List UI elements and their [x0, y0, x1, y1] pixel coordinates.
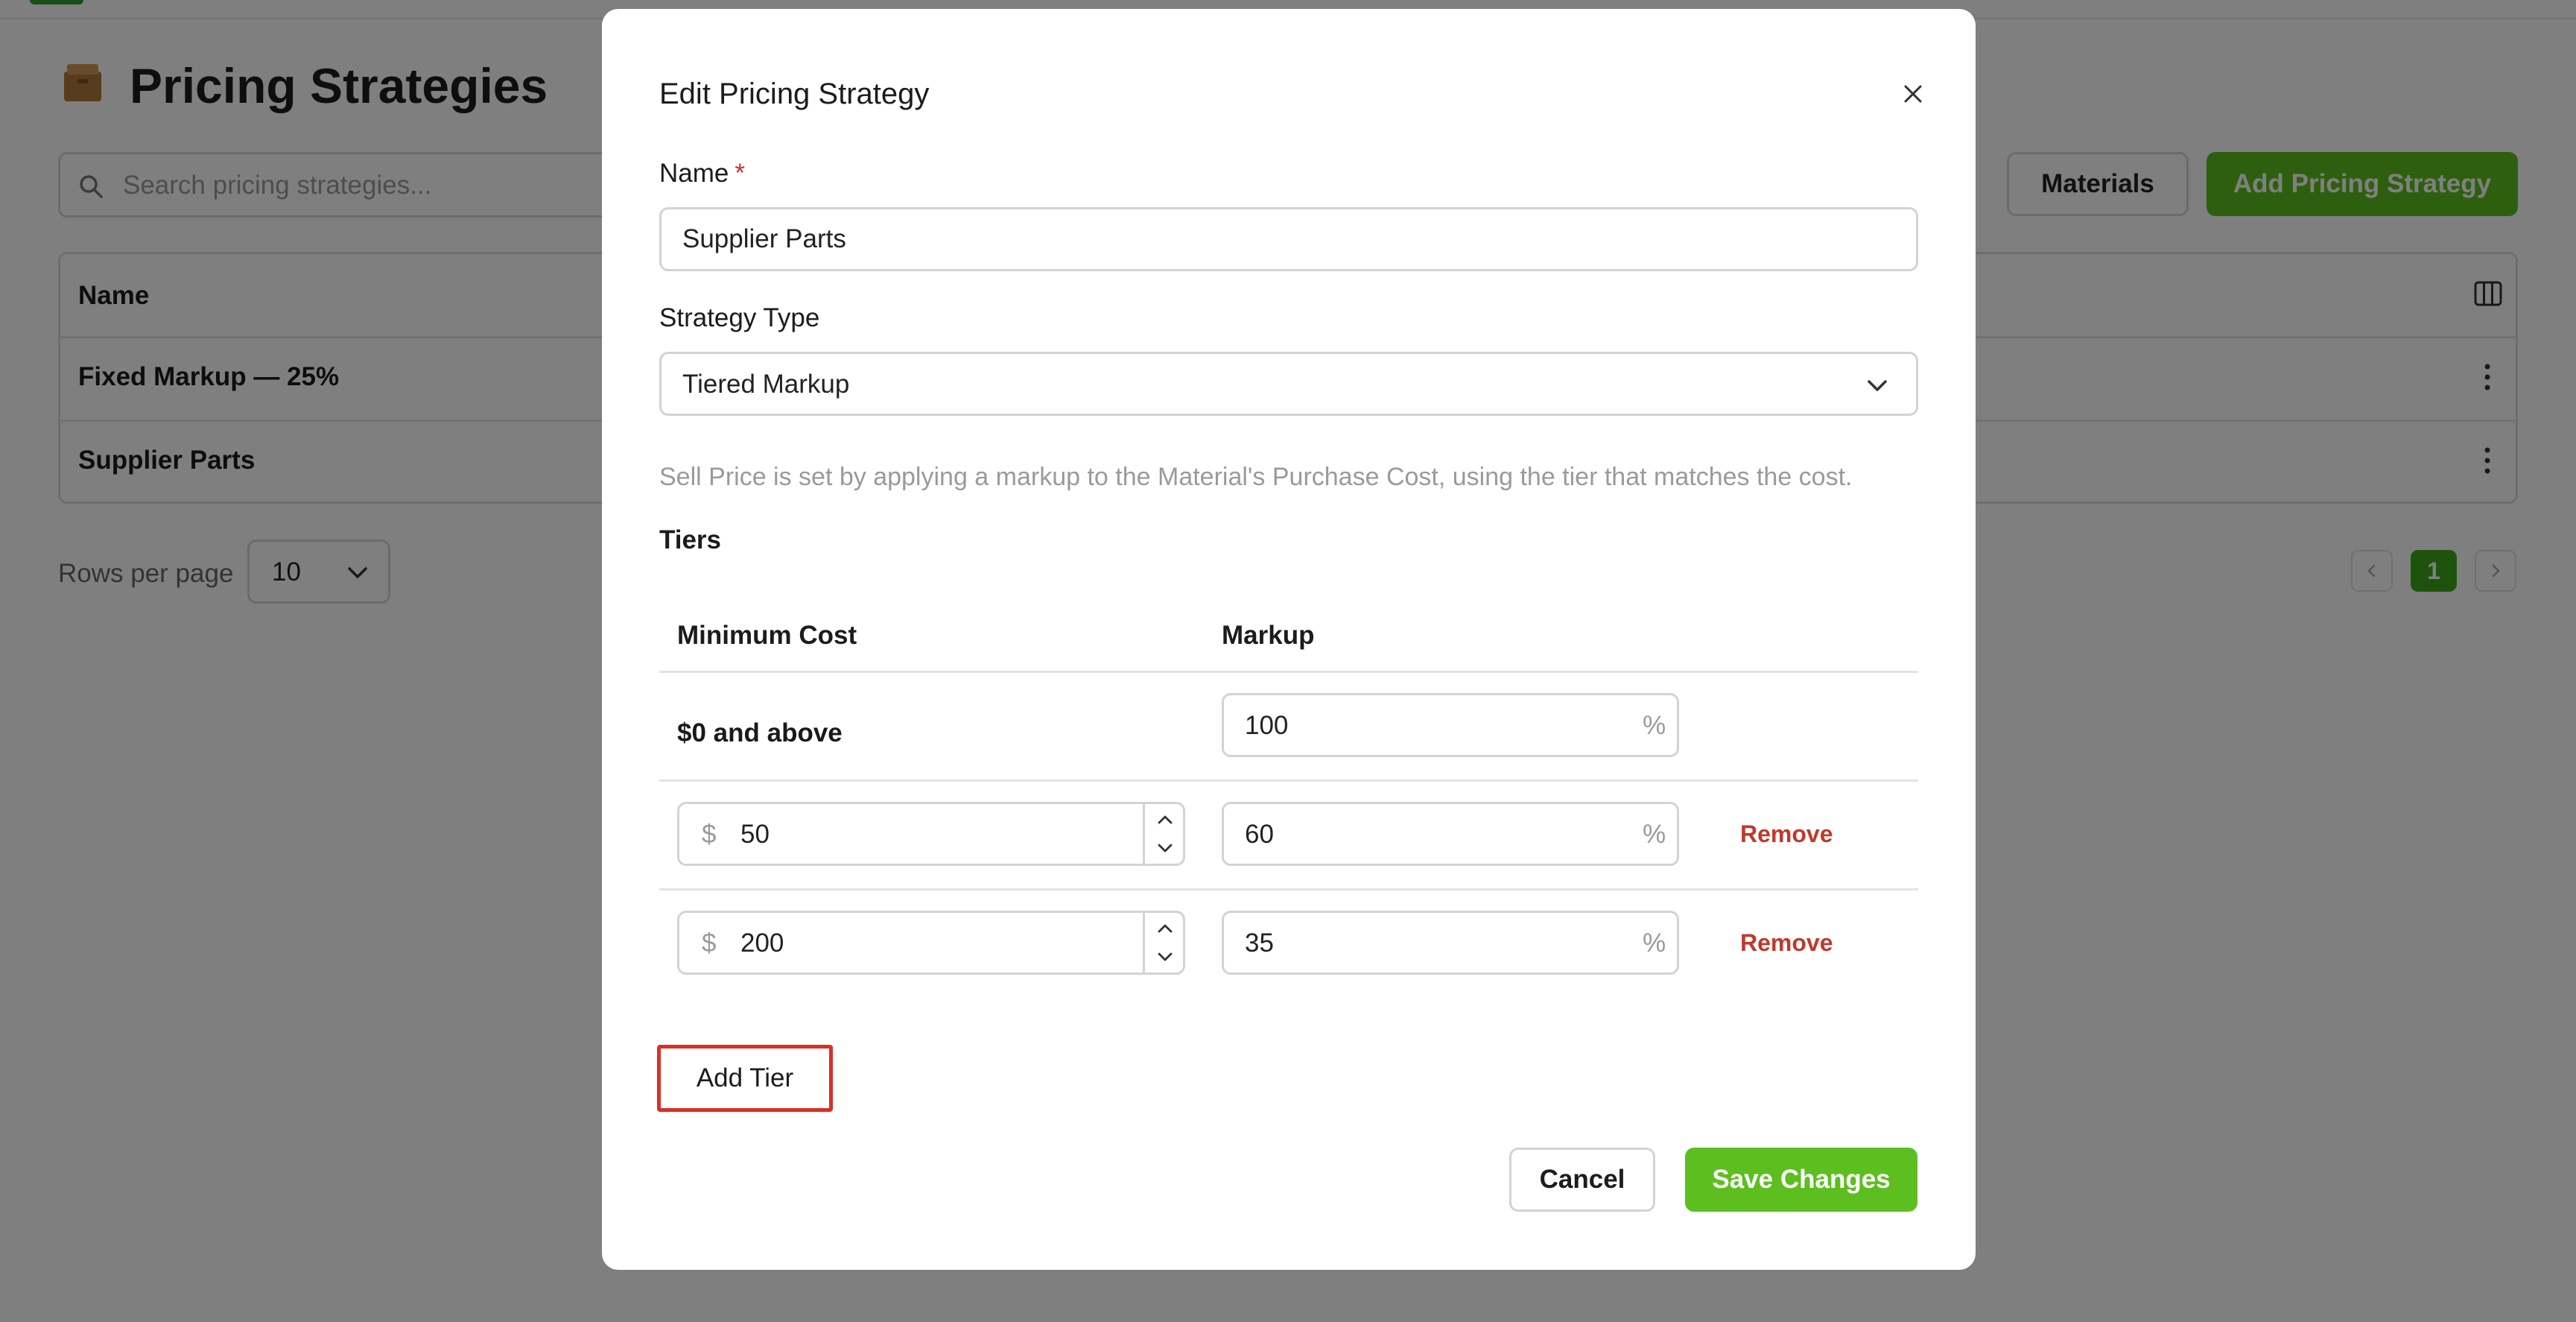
strategy-type-select[interactable]: Tiered Markup	[659, 352, 1918, 416]
remove-tier-button[interactable]: Remove	[1740, 812, 1833, 855]
close-button[interactable]	[1891, 72, 1935, 116]
dialog-title: Edit Pricing Strategy	[659, 78, 930, 110]
chevron-up-icon[interactable]	[1154, 809, 1176, 831]
cancel-button[interactable]: Cancel	[1509, 1148, 1655, 1212]
save-changes-button[interactable]: Save Changes	[1685, 1148, 1917, 1212]
close-icon	[1904, 85, 1922, 103]
markup-input[interactable]: 35 %	[1222, 911, 1679, 975]
markup-value: 100	[1245, 711, 1289, 740]
percent-symbol: %	[1643, 820, 1666, 849]
minimum-cost-value: 50	[740, 820, 770, 849]
percent-symbol: %	[1643, 929, 1666, 958]
chevron-up-icon[interactable]	[1154, 917, 1176, 940]
divider	[659, 671, 1918, 673]
base-tier-label: $0 and above	[677, 718, 843, 747]
number-stepper[interactable]	[1143, 913, 1185, 972]
edit-pricing-strategy-dialog: Edit Pricing Strategy Name* Strategy Typ…	[602, 9, 1976, 1270]
currency-symbol: $	[702, 820, 717, 849]
markup-value: 35	[1245, 929, 1274, 958]
required-marker: *	[735, 159, 745, 188]
markup-input[interactable]: 100 %	[1222, 693, 1679, 757]
tiers-label: Tiers	[659, 525, 722, 554]
minimum-cost-input[interactable]: $ 50	[677, 802, 1185, 866]
add-tier-button[interactable]: Add Tier	[657, 1045, 833, 1112]
chevron-down-icon[interactable]	[1154, 837, 1176, 859]
name-input[interactable]	[659, 207, 1918, 271]
number-stepper[interactable]	[1143, 804, 1185, 864]
remove-tier-button[interactable]: Remove	[1740, 921, 1833, 964]
percent-symbol: %	[1643, 711, 1666, 740]
name-label: Name *	[659, 154, 745, 194]
minimum-cost-value: 200	[740, 929, 784, 958]
column-header-markup: Markup	[1222, 621, 1315, 650]
markup-input[interactable]: 60 %	[1222, 802, 1679, 866]
minimum-cost-input[interactable]: $ 200	[677, 911, 1185, 975]
name-label-text: Name	[659, 159, 729, 188]
divider	[659, 888, 1918, 891]
strategy-type-label: Strategy Type	[659, 303, 820, 332]
chevron-down-icon[interactable]	[1154, 946, 1176, 968]
divider	[659, 779, 1918, 782]
strategy-description: Sell Price is set by applying a markup t…	[659, 463, 1853, 491]
strategy-type-value: Tiered Markup	[682, 370, 850, 399]
markup-value: 60	[1245, 820, 1274, 849]
currency-symbol: $	[702, 929, 717, 958]
column-header-minimum-cost: Minimum Cost	[677, 621, 857, 650]
chevron-down-icon	[1864, 372, 1891, 399]
